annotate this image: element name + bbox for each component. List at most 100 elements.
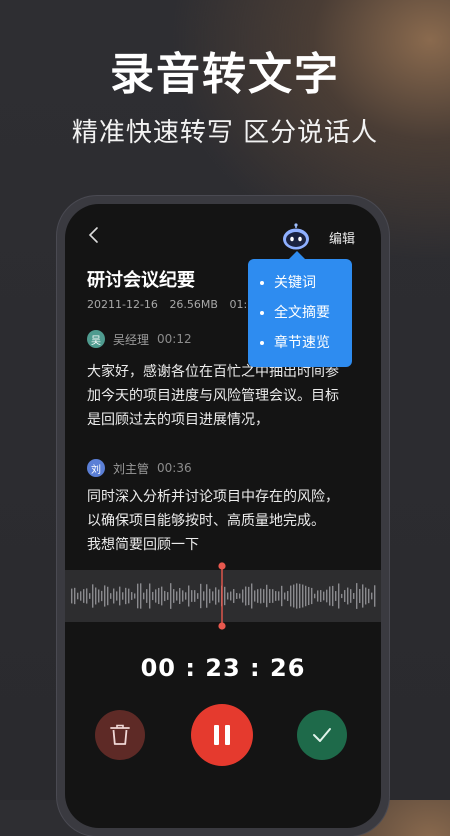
waveform-bar (311, 587, 313, 605)
waveform-bar (269, 589, 271, 603)
waveform-bar (296, 583, 298, 609)
speaker-row: 吴 吴经理 00:12 (87, 330, 192, 348)
waveform-bar (254, 590, 256, 602)
waveform-bar (71, 588, 73, 604)
waveform-bar (368, 588, 370, 604)
waveform-bar (302, 584, 304, 608)
waveform-bar (194, 590, 196, 602)
avatar: 刘 (87, 459, 105, 477)
waveform-bar (350, 589, 352, 603)
waveform-bar (275, 591, 277, 601)
phone-frame: 编辑 研讨会议纪要 20211-12-16 26.56MB 01:56 吴 吴经… (57, 196, 389, 836)
speaker-timestamp: 00:12 (157, 332, 192, 346)
menu-item-summary[interactable]: 全文摘要 (260, 302, 330, 322)
waveform-bar (110, 593, 112, 599)
waveform-bar (170, 583, 172, 609)
document-date: 20211-12-16 (87, 298, 158, 311)
waveform-bar (98, 589, 100, 603)
waveform-bar (179, 587, 181, 605)
waveform-bar (287, 591, 289, 601)
waveform-bar (92, 584, 94, 608)
waveform-bar (158, 587, 160, 605)
waveform-bar (251, 583, 253, 609)
waveform-bar (200, 583, 202, 609)
waveform-bar (182, 590, 184, 602)
transcript-line: 以确保项目能够按时、高质量地完成。 (87, 513, 325, 529)
waveform-bar (83, 589, 85, 603)
waveform-bar (146, 589, 148, 603)
waveform-bar (131, 592, 133, 600)
waveform-bar (323, 591, 325, 601)
transcript-line: 是回顾过去的项目进展情况， (87, 412, 269, 428)
waveform-bar (197, 593, 199, 599)
menu-item-keywords[interactable]: 关键词 (260, 272, 316, 292)
waveform-bar (290, 585, 292, 607)
waveform-bar (119, 586, 121, 606)
chevron-left-icon[interactable] (83, 224, 105, 246)
waveform-bar (86, 588, 88, 604)
waveform-bar (134, 593, 136, 599)
waveform-bar (242, 589, 244, 603)
waveform-bar (359, 588, 361, 604)
waveform-bar (257, 589, 259, 603)
waveform-bar (128, 588, 130, 604)
waveform-bar (107, 586, 109, 606)
waveform-bar (320, 590, 322, 602)
waveform-bar (203, 591, 205, 601)
transcript-line: 加今天的项目进度与风险管理会议。目标 (87, 388, 339, 404)
waveform-bar (326, 589, 328, 603)
waveform-bar (362, 584, 364, 608)
confirm-button[interactable] (297, 710, 347, 760)
trash-icon (110, 724, 130, 745)
waveform-bar (239, 593, 241, 599)
waveform-bar (344, 590, 346, 602)
waveform-bar (176, 591, 178, 601)
pause-button[interactable] (191, 704, 253, 766)
speaker-row: 刘 刘主管 00:36 (87, 459, 192, 477)
document-title: 研讨会议纪要 (87, 270, 195, 291)
waveform-bar (77, 592, 79, 600)
waveform-bar (272, 589, 274, 603)
delete-button[interactable] (95, 710, 145, 760)
waveform-bar (236, 593, 238, 599)
waveform-bar (209, 588, 211, 604)
transcript-paragraph: 大家好，感谢各位在百忙之中抽出时间参 加今天的项目进度与风险管理会议。目标 是回… (87, 360, 365, 432)
waveform-bar (248, 586, 250, 606)
assistant-popup-menu: 关键词 全文摘要 章节速览 (248, 251, 352, 367)
waveform-bar (188, 585, 190, 607)
waveform-bar (191, 590, 193, 602)
waveform-bar (332, 585, 334, 607)
pause-icon (214, 725, 230, 745)
playhead-handle[interactable] (215, 560, 229, 632)
speaker-timestamp: 00:36 (157, 461, 192, 475)
waveform-bar (305, 585, 307, 607)
waveform-bar (104, 585, 106, 607)
waveform-bar (299, 583, 301, 609)
waveform-bar (308, 586, 310, 606)
hero-subtitle: 精准快速转写 区分说话人 (71, 118, 379, 148)
transcript-line: 我想简要回顾一下 (87, 537, 199, 553)
waveform-bar (161, 586, 163, 606)
waveform-bar (329, 586, 331, 606)
waveform-bar (293, 584, 295, 608)
waveform-bar (245, 586, 247, 606)
robot-icon[interactable] (281, 223, 311, 251)
waveform-bar (95, 587, 97, 605)
waveform-bar (230, 591, 232, 601)
waveform-bar (338, 583, 340, 609)
waveform-bar (212, 591, 214, 601)
document-size: 26.56MB (169, 298, 218, 311)
menu-item-chapters[interactable]: 章节速览 (260, 332, 330, 352)
transcript-paragraph: 同时深入分析并讨论项目中存在的风险， 以确保项目能够按时、高质量地完成。 我想简… (87, 485, 365, 557)
waveform-bar (116, 591, 118, 601)
waveform-bar (371, 592, 373, 600)
check-icon (313, 728, 331, 742)
edit-button[interactable]: 编辑 (329, 228, 355, 247)
waveform-bar (101, 590, 103, 602)
avatar: 吴 (87, 330, 105, 348)
waveform-bar (167, 592, 169, 600)
waveform-bar (173, 589, 175, 603)
waveform-bar (365, 587, 367, 605)
hero-title: 录音转文字 (110, 49, 340, 100)
waveform-bar (266, 584, 268, 608)
